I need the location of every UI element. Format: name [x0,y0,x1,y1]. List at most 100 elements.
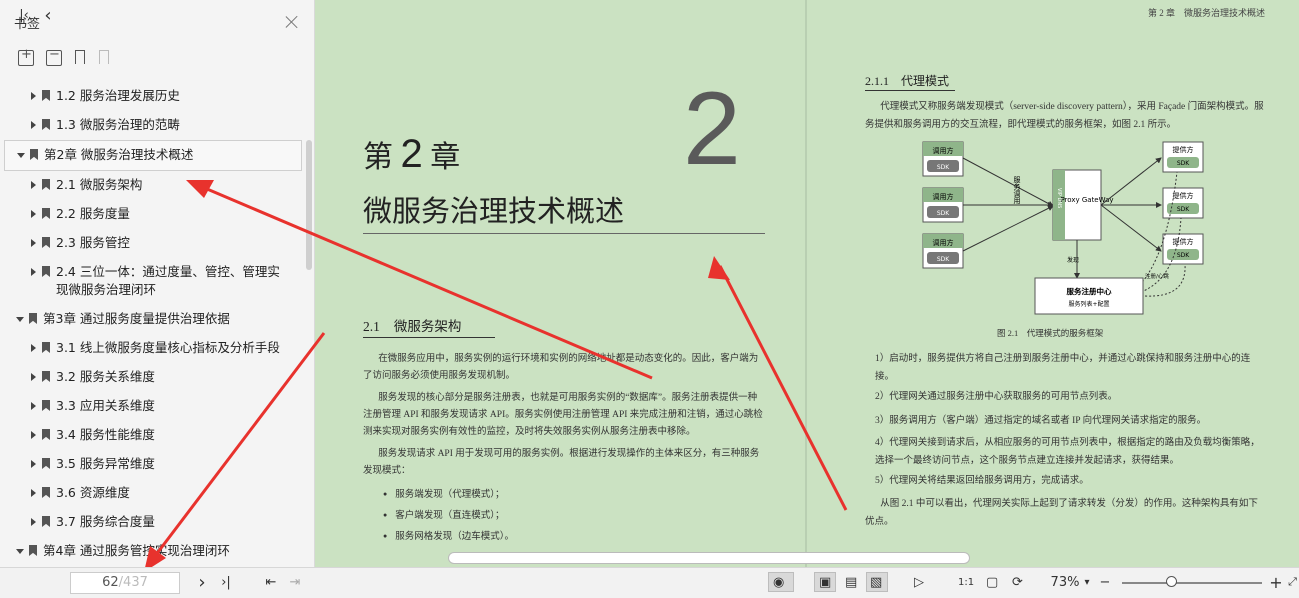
bookmark-disabled-icon[interactable] [98,50,110,66]
bookmark-item[interactable]: 3.4 服务性能维度 [0,421,304,450]
eye-icon: ◉ [773,574,785,590]
bookmark-icon [42,266,50,277]
prev-page-icon[interactable]: ‹ [38,0,58,30]
next-page-icon[interactable]: › [192,567,212,597]
bookmark-item[interactable]: 3.6 资源维度 [0,479,304,508]
registry-label: 服务注册中心 [1067,286,1112,296]
chapter-heading: 第 2 章 [363,132,460,177]
bookmark-icon [42,208,50,219]
bookmark-icon [42,90,50,101]
bookmark-label: 3.2 服务关系维度 [56,369,155,384]
section-title: 微服务架构 [393,319,462,334]
registry-sublabel: 服务列表+配置 [1068,300,1109,308]
page-number-input[interactable]: 62/437 [70,572,180,594]
expand-arrow-icon[interactable] [31,402,36,410]
expand-arrow-icon[interactable] [31,239,36,247]
rotate-button[interactable]: ⟳ [1008,572,1030,592]
zoom-in-button[interactable]: + [1268,567,1284,597]
bookmark-icon [29,313,37,324]
chapter-suffix: 章 [430,141,461,174]
expand-arrow-icon[interactable] [31,431,36,439]
provider-label: 提供方 [1173,145,1194,154]
bookmark-toolbar [0,44,314,72]
bookmark-icon [42,371,50,382]
actual-size-icon: 1:1 [958,576,975,588]
step-item: 5）代理网关将结果返回给服务调用方，完成请求。 [875,476,1089,486]
page-total: /437 [118,575,148,590]
forward-icon[interactable]: ⇥ [286,567,304,597]
expand-arrow-icon[interactable] [31,92,36,100]
step-item: 1）启动时，服务提供方将自己注册到服务注册中心，并通过心跳保持和服务注册中心的连… [875,354,1251,382]
bookmark-label: 3.4 服务性能维度 [56,427,155,442]
expand-arrow-icon[interactable] [31,518,36,526]
eye-protect-button[interactable]: ◉ [768,572,794,592]
first-page-icon[interactable]: |‹ [14,0,34,30]
horizontal-scrollbar[interactable] [448,552,970,564]
document-viewer[interactable]: 2 第 2 章 微服务治理技术概述 2.1 微服务架构 在微服务应用中，服务实例的… [315,0,1299,567]
expand-arrow-icon[interactable] [31,344,36,352]
fullscreen-icon[interactable]: ⤢ [1286,567,1299,597]
zoom-out-button[interactable]: − [1098,567,1112,597]
step-item: 2）代理网关通过服务注册中心获取服务的可用节点列表。 [875,392,1118,402]
bookmark-item[interactable]: 2.4 三位一体：通过度量、管控、管理实现微服务治理闭环 [0,258,304,305]
bookmark-item[interactable]: 1.2 服务治理发展历史 [0,82,304,111]
close-icon[interactable] [284,14,300,30]
bookmark-label: 2.3 服务管控 [56,235,130,250]
bookmark-item[interactable]: 3.1 线上微服务度量核心指标及分析手段 [0,334,304,363]
fit-page-button[interactable]: ▢ [982,572,1004,592]
bookmark-item[interactable]: 3.3 应用关系维度 [0,392,304,421]
bookmark-label: 3.5 服务异常维度 [56,456,155,471]
bookmark-item[interactable]: 第4章 通过服务管控实现治理闭环 [0,537,304,566]
zoom-slider-handle[interactable] [1166,576,1177,587]
collapse-arrow-icon[interactable] [16,317,24,322]
single-page-view-button[interactable]: ▣ [814,572,836,592]
sdk-label: SDK [937,164,950,171]
zoom-level[interactable]: 73% [1050,567,1080,597]
collapse-all-icon[interactable] [46,47,62,66]
bookmark-item[interactable]: 2.1 微服务架构 [0,171,304,200]
sidebar-scrollbar[interactable] [306,140,312,270]
collapse-arrow-icon[interactable] [16,549,24,554]
sdk-label: SDK [1177,160,1190,167]
bookmark-item[interactable]: 2.3 服务管控 [0,229,304,258]
expand-arrow-icon[interactable] [31,210,36,218]
collapse-arrow-icon[interactable] [17,153,25,158]
step-item: 4）代理网关接到请求后，从相应服务的可用节点列表中，根据指定的路由及负载均衡策略… [875,438,1260,466]
bookmark-icon [42,119,50,130]
back-icon[interactable]: ⇤ [262,567,280,597]
expand-arrow-icon[interactable] [31,121,36,129]
bookmark-item[interactable]: 3.7 服务综合度量 [0,508,304,537]
actual-size-button[interactable]: 1:1 [955,572,977,592]
document-icon: ▤ [845,574,858,590]
section-number: 2.1 [363,319,380,334]
bookmark-item[interactable]: 第3章 通过服务度量提供治理依据 [0,305,304,334]
discover-label: 发现 [1067,256,1079,264]
bookmark-item[interactable]: 2.2 服务度量 [0,200,304,229]
expand-arrow-icon[interactable] [31,373,36,381]
bookmark-icon [42,487,50,498]
zoom-slider[interactable] [1122,582,1262,584]
add-bookmark-icon[interactable] [74,50,86,66]
expand-all-icon[interactable] [18,47,34,66]
bookmark-item[interactable]: 3.2 服务关系维度 [0,363,304,392]
zoom-dropdown-icon[interactable]: ▾ [1080,567,1094,597]
expand-arrow-icon[interactable] [31,489,36,497]
expand-arrow-icon[interactable] [31,181,36,189]
step-item: 3）服务调用方（客户端）通过指定的域名或者 IP 向代理网关请求指定的服务。 [875,416,1207,426]
play-button[interactable]: ▷ [910,572,932,592]
proxy-mode-diagram: 调用方 SDK 调用方 SDK 调用方 SDK 服务调用 Proxy GateWayV… [922,141,1204,315]
bookmark-label: 2.2 服务度量 [56,206,130,221]
bookmark-item[interactable]: 1.3 微服务治理的范畴 [0,111,304,140]
expand-arrow-icon[interactable] [31,268,36,276]
last-page-icon[interactable]: ›| [216,567,236,597]
bullet-item: 服务端发现（代理模式）； [383,486,504,500]
bookmark-item-selected[interactable]: 第2章 微服务治理技术概述 [4,140,302,171]
bullet-item: 客户端发现（直连模式）； [383,507,504,521]
continuous-view-button[interactable]: ▤ [840,572,862,592]
expand-arrow-icon[interactable] [31,460,36,468]
caller-label: 调用方 [933,238,954,247]
fit-page-icon: ▢ [986,574,999,590]
bookmark-label: 2.4 三位一体：通过度量、管控、管理实现微服务治理闭环 [56,264,280,297]
bookmark-item[interactable]: 3.5 服务异常维度 [0,450,304,479]
double-page-view-button[interactable]: ▧ [866,572,888,592]
